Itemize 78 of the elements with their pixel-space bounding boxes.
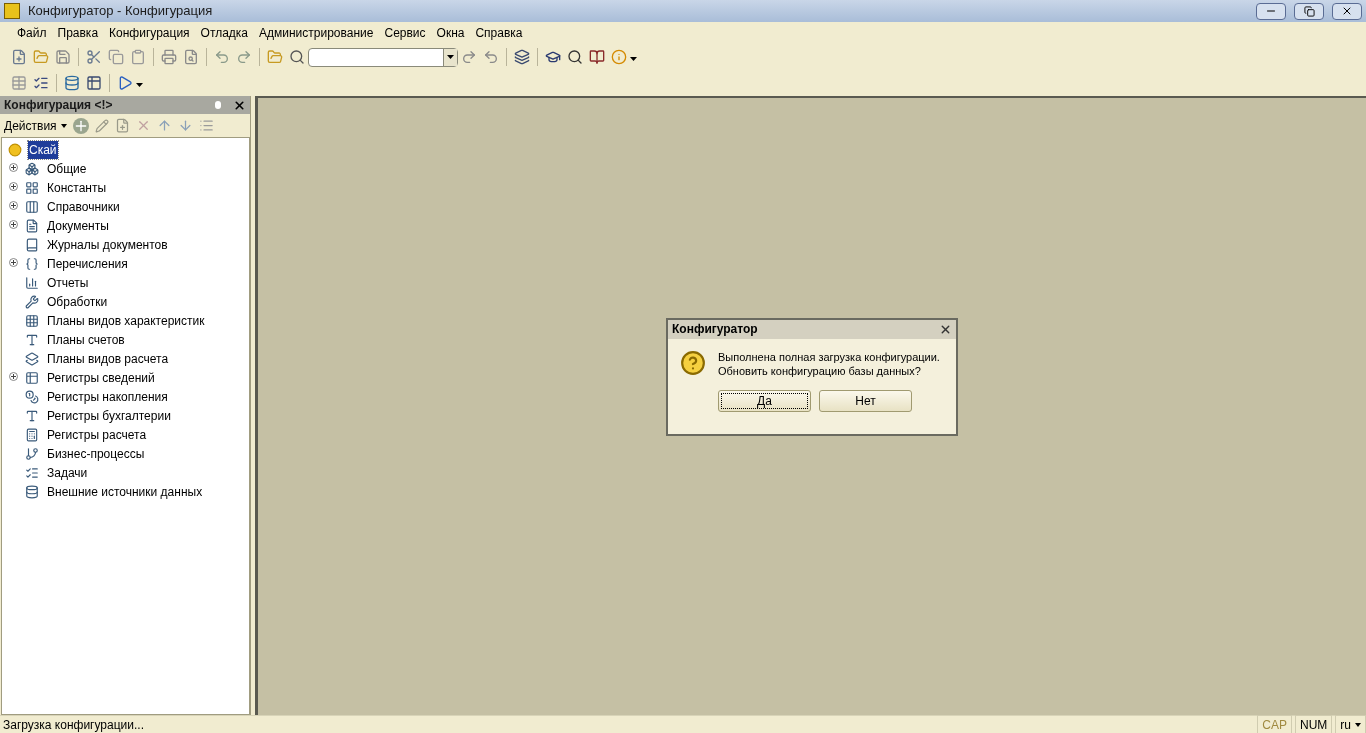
tree-item[interactable]: Константы [46, 178, 108, 197]
expand-icon[interactable] [9, 182, 18, 191]
expand-icon[interactable] [9, 163, 18, 172]
caret-icon [1355, 722, 1361, 727]
dialog-button[interactable]: Нет [819, 389, 912, 412]
status-indicator: CAP [1257, 714, 1292, 733]
dialog-message: Обновить конфигурацию базы данных? [718, 363, 922, 378]
menu-item[interactable]: Администрирование [254, 24, 379, 42]
journal-icon [25, 237, 39, 252]
braces-icon [25, 256, 39, 271]
actions-menu[interactable]: Действия [4, 116, 67, 135]
grid-icon [25, 313, 39, 328]
tree-item[interactable]: Справочники [46, 197, 121, 216]
dialog-button[interactable]: Да [718, 389, 811, 412]
caret-icon [60, 123, 67, 128]
expand-icon[interactable] [9, 220, 18, 229]
tree-item[interactable]: Перечисления [46, 254, 129, 273]
panel-title: Конфигурация <!> [4, 97, 114, 114]
close-button[interactable] [1332, 2, 1362, 20]
columns-icon [25, 199, 39, 214]
down-arrow-icon[interactable] [177, 118, 193, 133]
database-icon [25, 484, 39, 499]
close-icon [1341, 5, 1353, 17]
menu-item[interactable]: Конфигурация [104, 24, 195, 42]
tree-item[interactable]: Регистры бухгалтерии [46, 406, 172, 425]
tree-item[interactable]: Регистры расчета [46, 425, 148, 444]
tree-item[interactable]: Общие [46, 159, 88, 178]
tree-item[interactable]: Планы видов характеристик [46, 311, 206, 330]
table-icon [25, 370, 39, 385]
tree-item[interactable]: Скай [28, 140, 58, 159]
expand-icon[interactable] [9, 201, 18, 210]
type-icon [25, 332, 39, 347]
tree-item[interactable]: Регистры накопления [46, 387, 169, 406]
restore-icon [1303, 5, 1315, 17]
pencil-icon[interactable] [94, 118, 109, 133]
shapes-icon [25, 161, 39, 176]
close-icon[interactable] [233, 98, 246, 112]
minimize-button[interactable] [1256, 2, 1286, 20]
menu-item[interactable]: Файл [12, 24, 52, 42]
tree-item[interactable]: Бизнес-процессы [46, 444, 146, 463]
layers-icon [25, 351, 39, 366]
menu-item[interactable]: Сервис [379, 24, 431, 42]
dialog-message: Выполнена полная загрузка конфигурации. [718, 349, 940, 364]
type-icon [25, 408, 39, 423]
document-icon [25, 218, 39, 233]
tree-item[interactable]: Регистры сведений [46, 368, 156, 387]
restore-button[interactable] [1294, 2, 1324, 20]
expand-icon[interactable] [9, 372, 18, 381]
expand-icon[interactable] [9, 258, 18, 267]
calculator-icon [25, 427, 39, 442]
menu-item[interactable]: Правка [52, 24, 104, 42]
app-logo-icon [4, 3, 20, 19]
copy-icon[interactable] [114, 118, 130, 133]
question-icon [680, 349, 706, 376]
tree-item[interactable]: Обработки [46, 292, 109, 311]
tree-item[interactable]: Отчеты [46, 273, 90, 292]
tree-item[interactable]: Планы видов расчета [46, 349, 170, 368]
status-text: Загрузка конфигурации... [2, 716, 145, 733]
tree-item[interactable]: Задачи [46, 463, 89, 482]
blocks-icon [25, 180, 39, 195]
menu-item[interactable]: Отладка [195, 24, 254, 42]
bar-chart-icon [25, 275, 39, 290]
window-title: Конфигуратор - Конфигурация [28, 2, 213, 21]
tree-item[interactable]: Внешние источники данных [46, 482, 204, 501]
tree-item[interactable]: Журналы документов [46, 235, 169, 254]
tree-item[interactable]: Планы счетов [46, 330, 126, 349]
tree-item[interactable]: Документы [46, 216, 110, 235]
coins-icon [25, 389, 39, 404]
add-icon[interactable] [72, 117, 89, 134]
sphere-icon [8, 142, 22, 157]
menu-item[interactable]: Окна [431, 24, 470, 42]
language-selector[interactable]: ru [1335, 714, 1366, 733]
dialog-title: Конфигуратор [672, 321, 759, 338]
tool-icon [25, 294, 39, 309]
flow-icon [25, 446, 39, 461]
checklist-icon [25, 465, 39, 480]
menu-item[interactable]: Справка [470, 24, 528, 42]
status-indicator: NUM [1295, 714, 1333, 733]
